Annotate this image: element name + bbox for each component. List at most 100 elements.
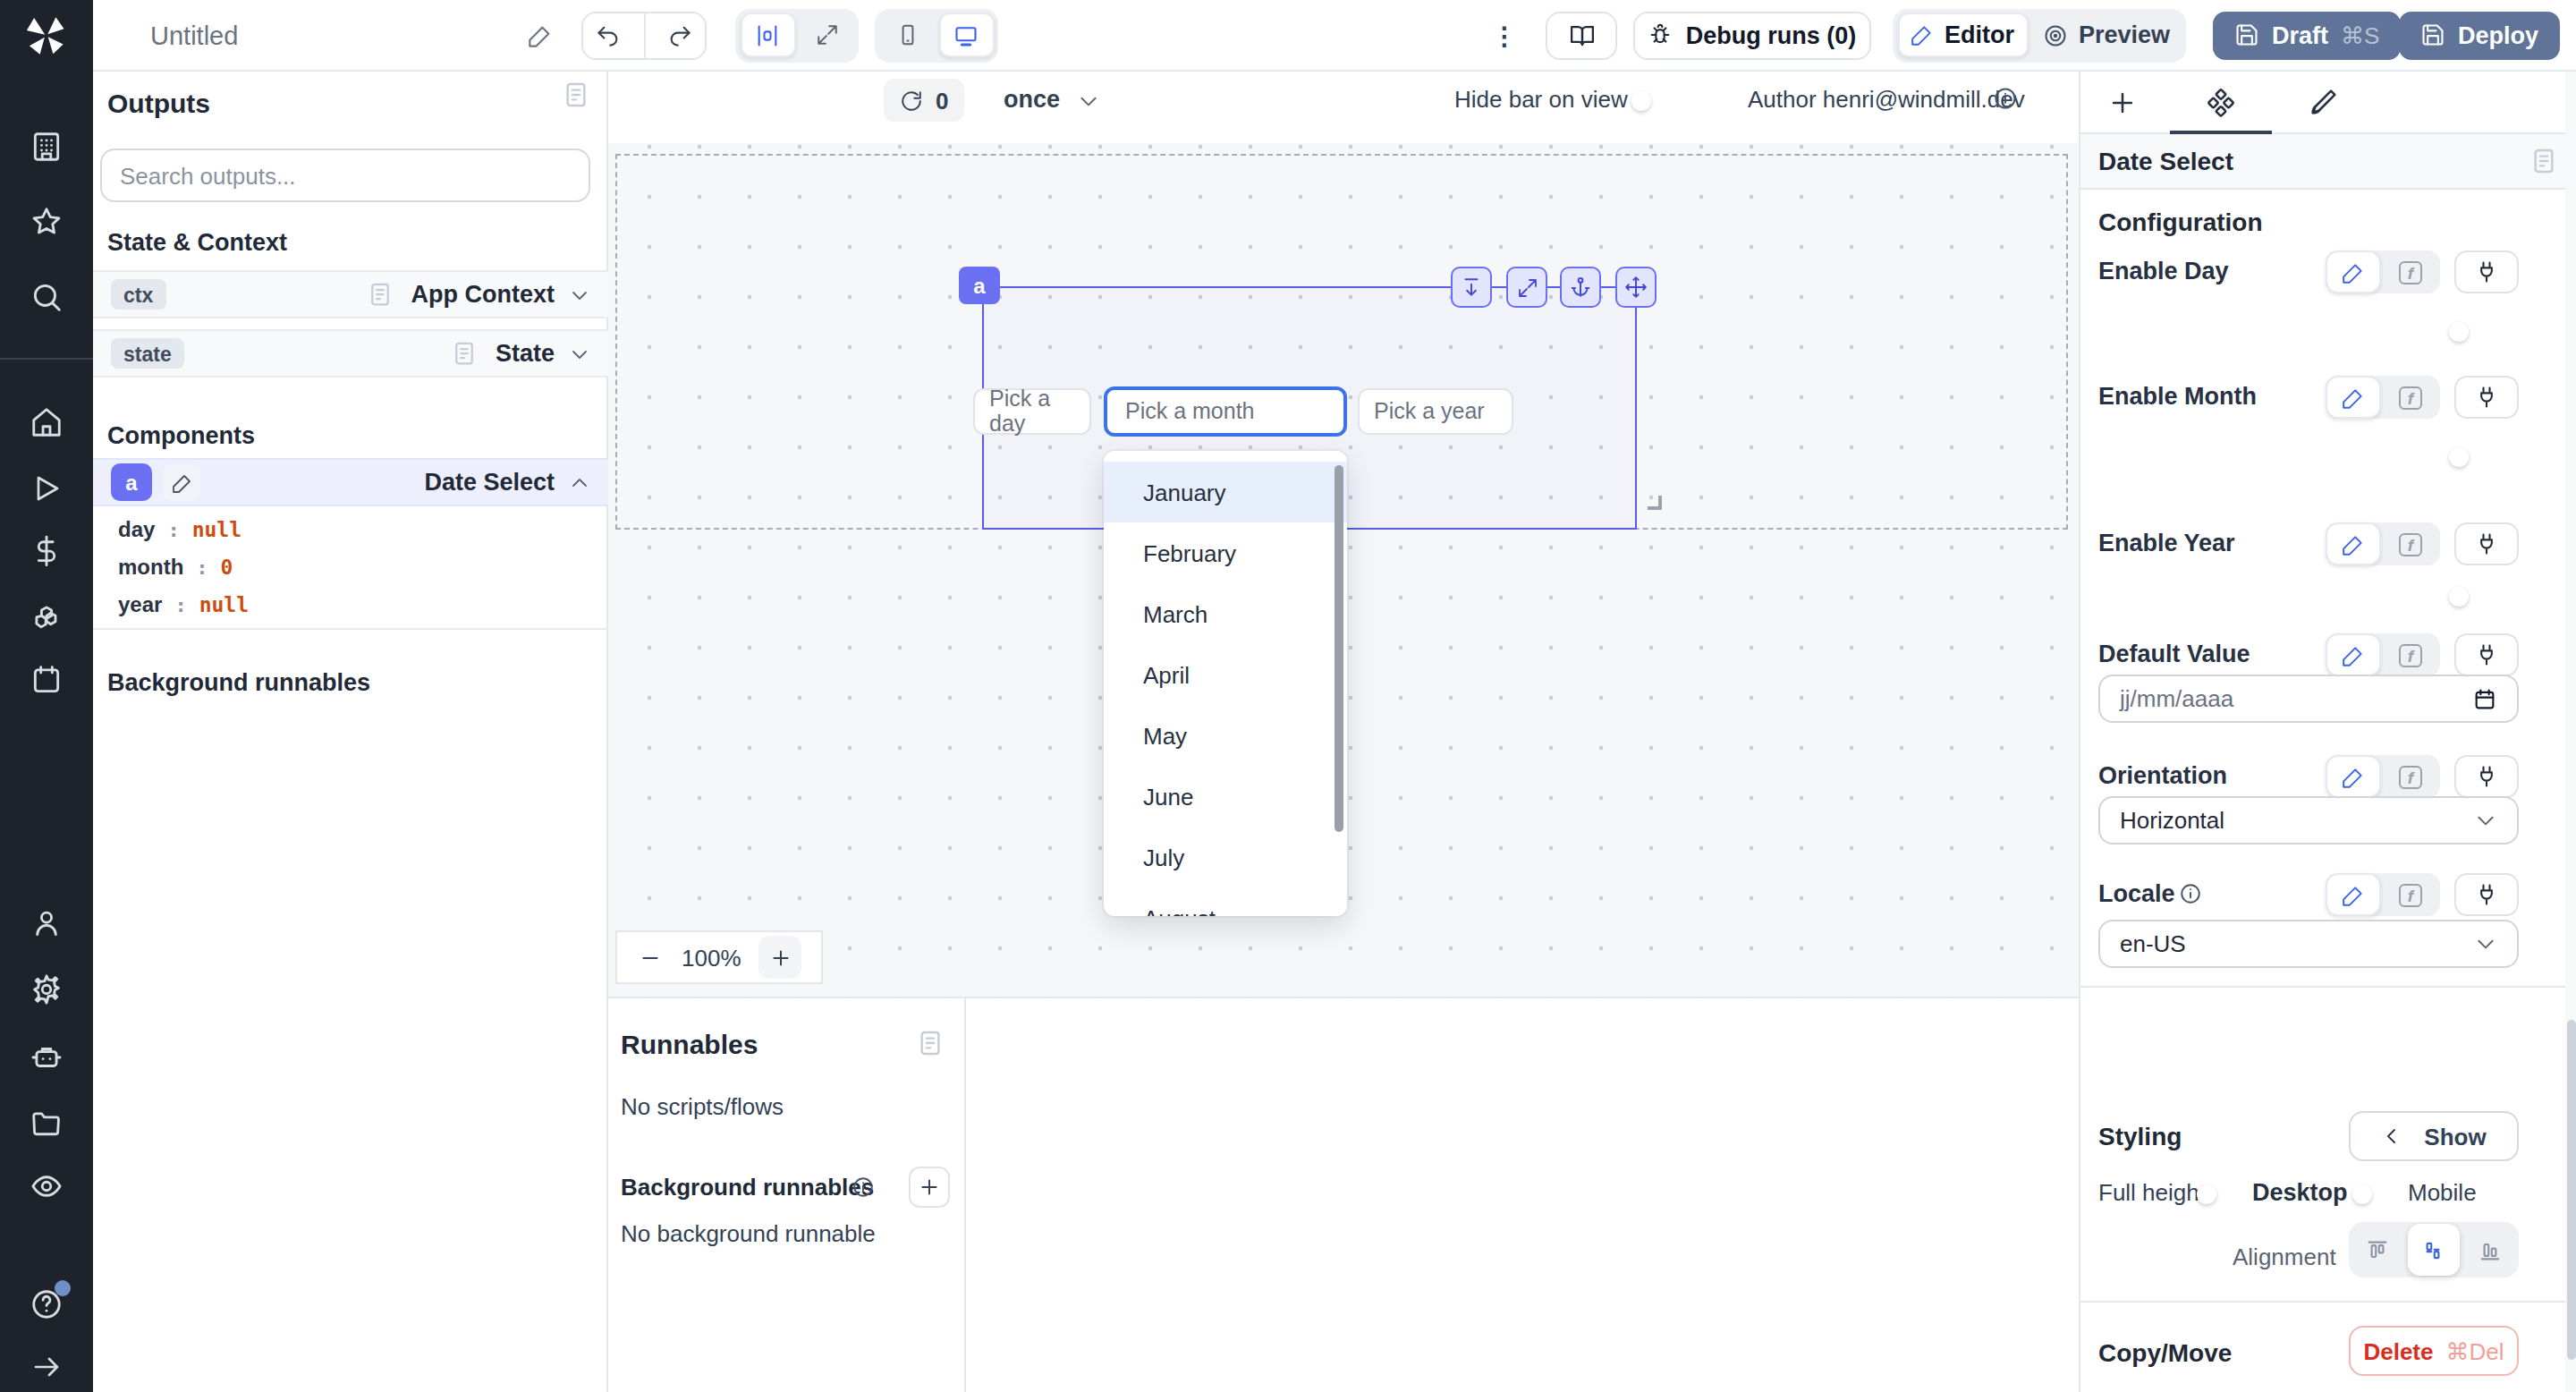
background-runnables-info-icon[interactable] (852, 1176, 875, 1199)
editor-tab[interactable]: Editor (1897, 13, 2028, 57)
run-mode-select[interactable]: once (1004, 86, 1060, 113)
undo-button[interactable] (583, 22, 632, 47)
resources-icon[interactable] (30, 597, 64, 631)
month-option[interactable]: February (1104, 522, 1347, 583)
redo-button[interactable] (656, 22, 705, 47)
fullscreen-layout-button[interactable] (799, 13, 854, 57)
variables-icon[interactable] (30, 534, 64, 568)
expr-editor-icon[interactable]: f (2381, 260, 2440, 284)
default-value-connect-icon[interactable] (2454, 633, 2519, 676)
calendar-icon[interactable] (2472, 686, 2497, 711)
locale-info-icon[interactable] (2179, 882, 2202, 905)
expr-editor-icon[interactable]: f (2381, 643, 2440, 666)
state-row[interactable]: state State (93, 329, 608, 378)
centered-layout-button[interactable] (740, 13, 795, 57)
workers-icon[interactable] (30, 1040, 64, 1074)
state-log-icon[interactable] (451, 340, 478, 367)
component-log-icon[interactable] (2529, 147, 2558, 175)
audit-icon[interactable] (30, 1169, 64, 1203)
debug-runs-button[interactable]: Debug runs (0) (1633, 11, 1871, 59)
static-editor-icon[interactable] (2326, 755, 2381, 798)
expr-editor-icon[interactable]: f (2381, 765, 2440, 788)
app-grid[interactable]: a Pick a day Pick a month Pick a year Ja… (608, 143, 2079, 997)
favorites-icon[interactable] (30, 205, 64, 239)
folders-icon[interactable] (30, 1107, 64, 1141)
enable-day-connect-icon[interactable] (2454, 250, 2519, 293)
schedules-icon[interactable] (30, 663, 64, 697)
canvas-resize-handle[interactable] (1648, 496, 1662, 510)
month-option[interactable]: March (1104, 583, 1347, 644)
month-option[interactable]: April (1104, 644, 1347, 705)
app-title[interactable]: Untitled (150, 21, 238, 49)
enable-month-connect-icon[interactable] (2454, 376, 2519, 419)
month-option[interactable]: July (1104, 827, 1347, 887)
state-chevron-down-icon[interactable] (569, 343, 590, 364)
month-option[interactable]: January (1104, 462, 1347, 522)
move-handle[interactable] (1615, 267, 1657, 308)
apps-icon[interactable] (30, 130, 64, 164)
add-background-runnable-button[interactable] (909, 1167, 950, 1208)
search-icon[interactable] (30, 280, 64, 314)
align-center-button[interactable] (2408, 1224, 2460, 1276)
default-value-date-input[interactable]: jj/mm/aaaa (2098, 675, 2519, 723)
settings-scrollbar[interactable] (2565, 72, 2576, 1392)
dropdown-scrollbar[interactable] (1335, 465, 1343, 832)
month-input[interactable]: Pick a month (1104, 386, 1347, 437)
runnables-log-icon[interactable] (916, 1029, 945, 1057)
preview-tab[interactable]: Preview (2031, 13, 2182, 57)
expr-editor-icon[interactable]: f (2381, 386, 2440, 409)
ctx-chevron-down-icon[interactable] (569, 284, 590, 305)
author-info-icon[interactable] (1993, 86, 2018, 111)
runs-icon[interactable] (30, 472, 63, 505)
static-editor-icon[interactable] (2326, 873, 2381, 916)
static-editor-icon[interactable] (2326, 633, 2381, 676)
ctx-log-icon[interactable] (367, 281, 394, 308)
outputs-log-icon[interactable] (562, 81, 590, 109)
mobile-view-button[interactable] (879, 13, 935, 57)
component-edit-icon[interactable] (163, 463, 200, 501)
zoom-out-button[interactable] (617, 946, 682, 969)
anchor-handle[interactable] (1560, 267, 1601, 308)
component-chevron-up-icon[interactable] (569, 471, 590, 493)
desktop-view-button[interactable] (938, 13, 994, 57)
home-icon[interactable] (30, 405, 64, 439)
draft-button[interactable]: Draft⌘S (2213, 11, 2401, 59)
align-bottom-button[interactable] (2464, 1224, 2516, 1276)
docs-button[interactable] (1546, 11, 1617, 59)
settings-icon[interactable] (30, 972, 64, 1006)
locale-connect-icon[interactable] (2454, 873, 2519, 916)
zoom-in-button[interactable] (759, 936, 802, 979)
month-option[interactable]: June (1104, 766, 1347, 827)
locale-select[interactable]: en-US (2098, 920, 2519, 968)
ctx-row[interactable]: ctx App Context (93, 270, 608, 318)
month-option[interactable]: May (1104, 705, 1347, 766)
static-editor-icon[interactable] (2326, 522, 2381, 565)
edit-title-icon[interactable] (528, 22, 553, 47)
show-styling-button[interactable]: Show (2349, 1111, 2519, 1161)
year-input[interactable]: Pick a year (1358, 388, 1513, 435)
fullscreen-handle[interactable] (1506, 267, 1547, 308)
day-input[interactable]: Pick a day (973, 388, 1091, 435)
more-menu-icon[interactable]: ⋮ (1492, 21, 1519, 49)
refresh-count-button[interactable]: 0 (884, 79, 964, 122)
expr-editor-icon[interactable]: f (2381, 532, 2440, 556)
enable-year-connect-icon[interactable] (2454, 522, 2519, 565)
expr-editor-icon[interactable]: f (2381, 883, 2440, 906)
component-row[interactable]: a Date Select (93, 458, 608, 506)
align-top-button[interactable] (2351, 1224, 2403, 1276)
deploy-button[interactable]: Deploy (2399, 11, 2560, 59)
delete-component-button[interactable]: Delete ⌘Del (2349, 1326, 2519, 1376)
users-icon[interactable] (30, 906, 64, 940)
static-editor-icon[interactable] (2326, 376, 2381, 419)
run-mode-chevron-icon[interactable] (1077, 89, 1100, 113)
windmill-logo-icon[interactable] (23, 13, 70, 59)
expand-down-handle[interactable] (1451, 267, 1492, 308)
styling-tab[interactable] (2308, 88, 2338, 118)
orientation-select[interactable]: Horizontal (2098, 796, 2519, 845)
insert-component-tab[interactable] (2107, 88, 2138, 118)
static-editor-icon[interactable] (2326, 250, 2381, 293)
orientation-connect-icon[interactable] (2454, 755, 2519, 798)
component-settings-tab[interactable] (2206, 88, 2236, 118)
month-option[interactable]: August (1104, 887, 1347, 916)
search-outputs-input[interactable]: Search outputs... (100, 149, 590, 202)
